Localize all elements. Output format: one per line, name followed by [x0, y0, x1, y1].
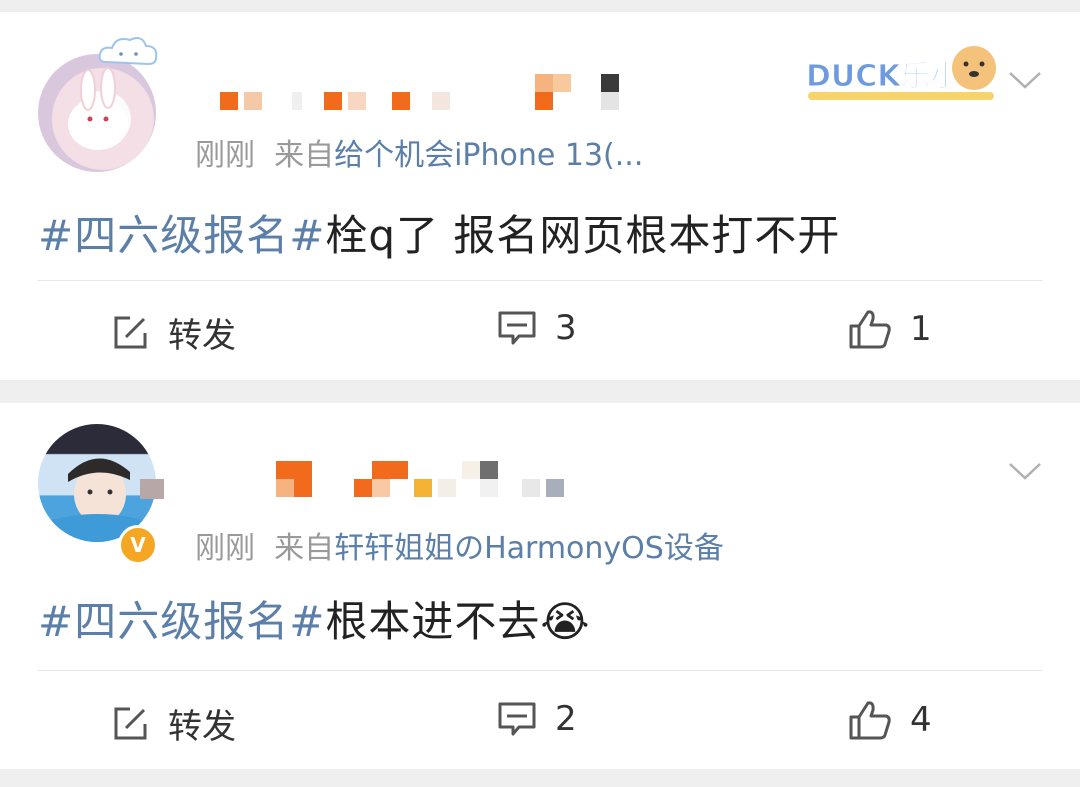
badge-text: DUCK乐小 — [806, 59, 961, 94]
post-source[interactable]: 轩轩姐姐のHarmonyOS设备 — [334, 531, 724, 566]
like-button[interactable]: 1 — [848, 308, 932, 350]
username-mosaic[interactable] — [276, 461, 564, 497]
post-body: 栓q了 报名网页根本打不开 — [325, 211, 841, 260]
comment-count: 3 — [555, 308, 577, 348]
hashtag-link[interactable]: #四六级报名# — [38, 597, 325, 646]
source-prefix: 来自 — [274, 138, 335, 173]
source-prefix: 来自 — [274, 531, 335, 566]
top-strip — [0, 0, 1080, 12]
fan-badge[interactable]: DUCK乐小 — [806, 34, 996, 104]
post-content: #四六级报名#栓q了 报名网页根本打不开 — [38, 202, 840, 263]
like-count: 4 — [910, 700, 932, 740]
post-card: DUCK乐小 刚刚 来自给个机会iPhone 13(... #四六级报名#栓q了… — [0, 12, 1080, 380]
like-button[interactable]: 4 — [848, 699, 932, 741]
comment-button[interactable]: 2 — [497, 699, 577, 739]
username-mosaic[interactable] — [220, 92, 450, 110]
post-card: V 刚刚 来自轩轩姐姐のHarmonyOS设备 #四六级报名#根本进不去😭 转发… — [0, 403, 1080, 769]
repost-button[interactable]: 转发 — [110, 308, 236, 357]
post-meta: 刚刚 来自轩轩姐姐のHarmonyOS设备 — [195, 523, 724, 567]
comment-button[interactable]: 3 — [497, 308, 577, 348]
action-divider — [38, 280, 1042, 281]
action-divider — [38, 670, 1042, 671]
comment-icon — [498, 702, 536, 736]
like-icon — [849, 701, 891, 740]
verified-badge: V — [118, 525, 158, 565]
comment-count: 2 — [555, 699, 577, 739]
comment-icon — [498, 311, 536, 345]
chevron-down-icon[interactable] — [1008, 461, 1042, 481]
post-source[interactable]: 给个机会iPhone 13(... — [334, 138, 643, 173]
like-icon — [849, 310, 891, 349]
username-mosaic-edge — [140, 479, 164, 499]
username-mosaic-extra — [535, 74, 619, 110]
cloud-decoration — [98, 37, 158, 66]
post-content: #四六级报名#根本进不去😭 — [38, 588, 590, 649]
post-meta: 刚刚 来自给个机会iPhone 13(... — [195, 130, 643, 174]
post-time: 刚刚 — [195, 531, 255, 566]
repost-button[interactable]: 转发 — [110, 699, 236, 748]
hashtag-link[interactable]: #四六级报名# — [38, 211, 325, 260]
repost-label: 转发 — [168, 707, 236, 747]
repost-icon — [114, 316, 147, 348]
repost-label: 转发 — [168, 316, 236, 356]
post-body: 根本进不去 — [325, 597, 541, 646]
crying-emoji: 😭 — [540, 597, 591, 646]
chevron-down-icon[interactable] — [1008, 70, 1042, 90]
repost-icon — [114, 707, 147, 739]
post-time: 刚刚 — [195, 138, 255, 173]
like-count: 1 — [910, 309, 932, 349]
